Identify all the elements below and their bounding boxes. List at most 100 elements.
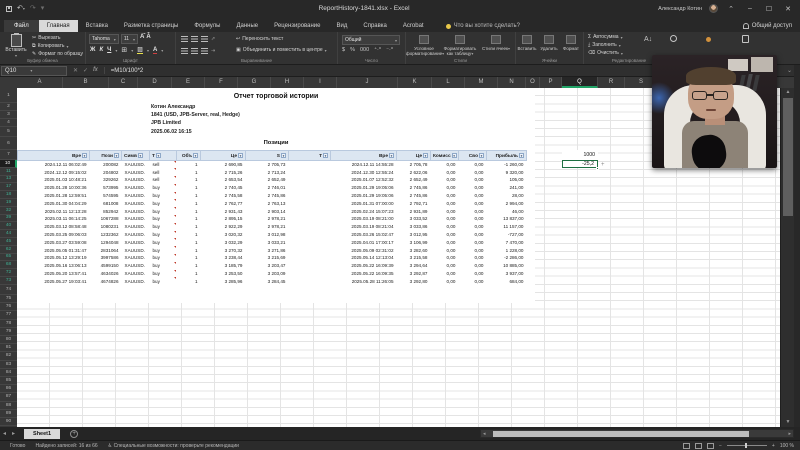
filter-dropdown-icon[interactable]: ▾ xyxy=(451,152,457,158)
table-cell[interactable]: buy xyxy=(150,254,177,262)
table-cell[interactable]: sell xyxy=(150,161,177,169)
table-cell[interactable] xyxy=(289,184,331,192)
decrease-decimal-icon[interactable]: ⁻·⁰ xyxy=(386,47,393,53)
zoom-slider[interactable] xyxy=(726,443,767,448)
row-header-45[interactable]: 45 xyxy=(0,238,17,246)
table-cell[interactable]: 574595 xyxy=(90,192,122,200)
zoom-level[interactable]: 100 % xyxy=(780,443,794,449)
table-cell[interactable] xyxy=(289,238,331,246)
table-cell[interactable]: XAUUSD. xyxy=(122,161,150,169)
redo-icon[interactable]: ↷ xyxy=(30,5,36,12)
row-header-80[interactable]: 80 xyxy=(0,336,17,345)
table-cell[interactable]: 3 284,45 xyxy=(246,277,289,285)
table-cell[interactable]: 0,00 xyxy=(431,199,459,207)
table-cell[interactable]: 1 xyxy=(177,184,201,192)
table-cell[interactable]: 0,00 xyxy=(459,176,487,184)
table-cell[interactable]: 3 215,69 xyxy=(246,254,289,262)
table-cell[interactable]: XAUUSD. xyxy=(122,262,150,270)
table-cell[interactable]: 2025.05.16 13:06:13 xyxy=(18,262,90,270)
table-cell[interactable]: 9 320,00 xyxy=(487,168,527,176)
table-cell[interactable]: 2024.12.12 09:15:02 xyxy=(18,168,90,176)
avatar[interactable] xyxy=(709,4,718,13)
autosum-button[interactable]: Σ Автосумма ▾ xyxy=(588,34,623,40)
table-cell[interactable]: 1 xyxy=(177,262,201,270)
insert-cells-button[interactable]: Вставить xyxy=(516,33,538,51)
table-header-1[interactable]: Пози ▾ xyxy=(89,150,122,161)
filter-dropdown-icon[interactable]: ▾ xyxy=(114,152,119,158)
table-cell[interactable]: -2 286,00 xyxy=(487,254,527,262)
row-header-90[interactable]: 90 xyxy=(0,418,17,427)
underline-button[interactable]: Ч xyxy=(107,47,111,53)
vertical-scrollbar[interactable]: ▲ ▼ xyxy=(780,88,794,427)
table-cell[interactable]: 28,00 xyxy=(487,192,527,200)
formula-input[interactable]: =M10/100*2 xyxy=(111,68,144,74)
table-cell[interactable]: 0,00 xyxy=(431,270,459,278)
row-header-73[interactable]: 73 xyxy=(0,277,17,285)
delete-cells-button[interactable]: Удалить xyxy=(538,33,560,51)
table-cell[interactable]: 7 470,00 xyxy=(487,238,527,246)
table-cell[interactable]: 2025.01.30 04:04:29 xyxy=(18,199,90,207)
table-cell[interactable]: 0,00 xyxy=(431,184,459,192)
row-header-10[interactable]: 10 xyxy=(0,160,17,168)
tab-вставка[interactable]: Вставка xyxy=(78,20,116,32)
table-cell[interactable]: 1 xyxy=(177,168,201,176)
table-cell[interactable]: 3 270,32 xyxy=(201,246,246,254)
page-layout-view-icon[interactable] xyxy=(694,442,702,449)
table-cell[interactable]: 1 xyxy=(177,254,201,262)
tab-file[interactable]: Файл xyxy=(4,20,39,32)
table-header-4[interactable]: Объ ▾ xyxy=(176,150,201,161)
sheet-nav-left-icon[interactable]: ◂ xyxy=(0,430,9,437)
table-cell[interactable]: 1 xyxy=(177,270,201,278)
table-cell[interactable]: 2 895,15 xyxy=(201,215,246,223)
row-header-6[interactable]: 6 xyxy=(0,137,17,150)
table-cell[interactable]: 3 253,50 xyxy=(201,270,246,278)
column-header-D[interactable]: D xyxy=(138,77,172,88)
cancel-entry-icon[interactable]: ✕ xyxy=(73,67,78,74)
table-cell[interactable]: 2025.03.26 15:02:47 xyxy=(331,231,397,239)
tab-рецензирование[interactable]: Рецензирование xyxy=(266,20,328,32)
row-header-74[interactable]: 74 xyxy=(0,285,17,295)
comma-icon[interactable]: 000 xyxy=(360,47,369,53)
column-header-C[interactable]: C xyxy=(109,77,138,88)
table-cell[interactable]: 3 292,87 xyxy=(397,270,431,278)
table-cell[interactable]: 3 294,64 xyxy=(397,262,431,270)
indent-icon[interactable]: ⇥ xyxy=(211,48,215,54)
table-cell[interactable]: XAUUSD. xyxy=(122,238,150,246)
table-cell[interactable]: 2 705,78 xyxy=(397,161,431,169)
table-cell[interactable]: 2025.03.19 08:21:00 xyxy=(331,215,397,223)
table-cell[interactable]: 3 937,00 xyxy=(487,270,527,278)
row-header-89[interactable]: 89 xyxy=(0,410,17,418)
table-header-6[interactable]: S ▾ xyxy=(245,150,289,161)
table-cell[interactable] xyxy=(289,277,331,285)
filter-dropdown-icon[interactable]: ▾ xyxy=(423,152,428,158)
row-header-32[interactable]: 32 xyxy=(0,207,17,215)
column-header-J[interactable]: J xyxy=(337,77,398,88)
copy-button[interactable]: ⧉ Копировать ▾ xyxy=(32,43,83,49)
table-cell[interactable]: 3 032,29 xyxy=(201,238,246,246)
table-cell[interactable] xyxy=(289,168,331,176)
table-cell[interactable]: XAUUSD. xyxy=(122,277,150,285)
table-cell[interactable]: 2025.05.22 16:09:39 xyxy=(331,262,397,270)
table-cell[interactable]: 2025.05.28 11:26:05 xyxy=(331,277,397,285)
table-cell[interactable]: 2025.05.14 12:13:04 xyxy=(331,254,397,262)
table-header-12[interactable]: Прибыль ▾ xyxy=(486,150,527,161)
table-cell[interactable]: 2025.01.03 10:48:21 xyxy=(18,176,90,184)
table-cell[interactable]: 2025.03.27 03:59:08 xyxy=(18,238,90,246)
table-header-0[interactable]: Вре ▾ xyxy=(17,150,90,161)
table-cell[interactable]: 0,00 xyxy=(459,262,487,270)
table-cell[interactable]: XAUUSD. xyxy=(122,168,150,176)
table-cell[interactable]: XAUUSD. xyxy=(122,270,150,278)
table-cell[interactable]: 2025.01.31 07:00:00 xyxy=(331,199,397,207)
table-cell[interactable]: buy xyxy=(150,269,177,278)
format-as-table-button[interactable]: Форматировать как таблицу▾ xyxy=(442,33,478,56)
zoom-in-icon[interactable]: + xyxy=(772,443,775,449)
accessibility-status[interactable]: ♿ Специальные возможности: проверьте рек… xyxy=(108,443,239,449)
table-cell[interactable]: 0,00 xyxy=(431,176,459,184)
table-cell[interactable]: 2 792,71 xyxy=(397,199,431,207)
table-cell[interactable]: 2025.01.29 19:05:06 xyxy=(331,192,397,200)
table-cell[interactable]: -727,00 xyxy=(487,231,527,239)
table-cell[interactable]: 2 713,24 xyxy=(246,168,289,176)
table-cell[interactable]: 0,00 xyxy=(459,184,487,192)
table-cell[interactable]: 2025.05.09 02:31:02 xyxy=(331,246,397,254)
cell-styles-button[interactable]: Стили ячеек▾ xyxy=(478,33,514,51)
